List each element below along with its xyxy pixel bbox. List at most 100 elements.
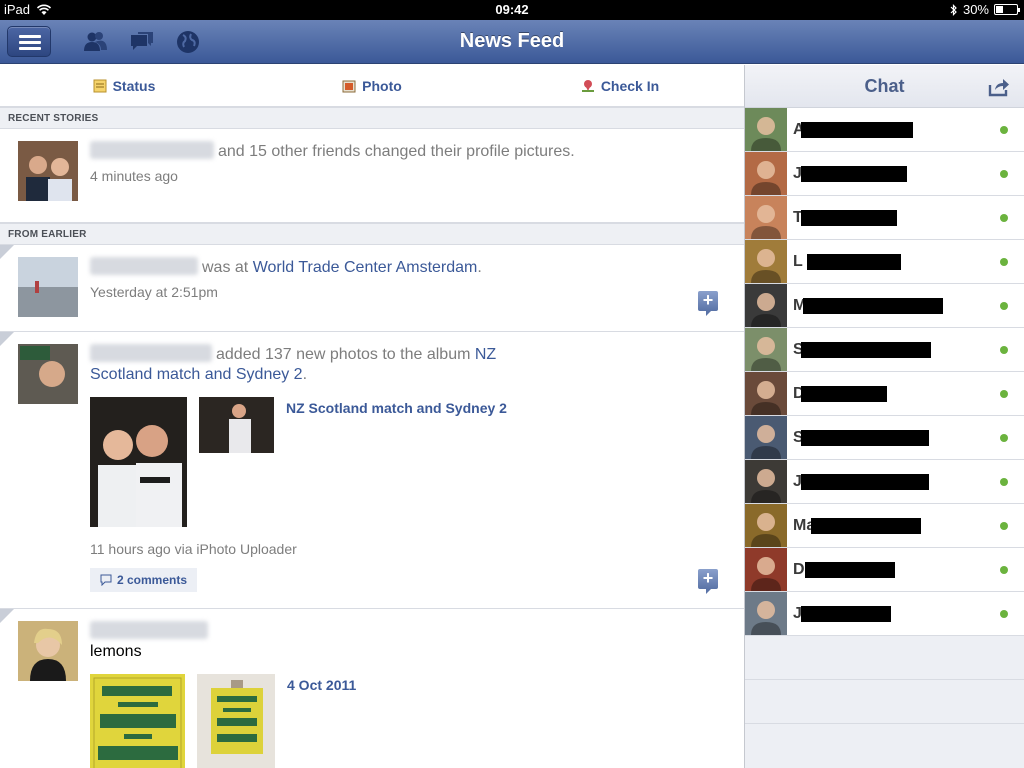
avatar [745, 592, 787, 635]
blurred-name [90, 257, 198, 275]
story-album[interactable]: added 137 new photos to the album NZ Sco… [0, 332, 744, 609]
blurred-name [90, 141, 214, 159]
check-in-button[interactable]: Check In [496, 65, 744, 106]
redaction-bar [801, 342, 931, 358]
nav-bar: News Feed [0, 20, 1024, 64]
chat-header: Chat [745, 65, 1024, 108]
story-corner [0, 245, 14, 259]
story-check-in[interactable]: was at World Trade Center Amsterdam. Yes… [0, 245, 744, 332]
chat-friend-row[interactable]: J [745, 152, 1024, 196]
add-comment-button[interactable]: + [698, 569, 718, 594]
blurred-name [90, 621, 208, 639]
chat-friend-row[interactable]: J [745, 592, 1024, 636]
photo-thumbnail[interactable] [199, 397, 274, 453]
photo-thumbnail[interactable] [90, 397, 187, 527]
avatar [745, 548, 787, 591]
avatar [745, 240, 787, 283]
recent-stories-header: RECENT STORIES [0, 107, 744, 129]
avatar [745, 108, 787, 151]
chat-friend-row[interactable]: D [745, 372, 1024, 416]
check-in-label: Check In [600, 77, 660, 94]
album-title-link[interactable]: NZ Scotland match and Sydney 2 [286, 399, 507, 527]
comments-count: 2 comments [117, 573, 188, 587]
punctuation: . [477, 259, 482, 276]
avatar[interactable] [18, 257, 78, 317]
redaction-bar [801, 210, 897, 226]
punctuation: . [302, 366, 308, 383]
online-status-dot [1000, 170, 1008, 178]
online-status-dot [1000, 346, 1008, 354]
photo-icon [342, 80, 356, 92]
status-icon [93, 79, 107, 92]
add-comment-button[interactable]: + [698, 291, 718, 316]
friend-name: D [793, 561, 805, 578]
chat-friend-row[interactable]: S [745, 328, 1024, 372]
comments-button[interactable]: 2 comments [90, 568, 198, 592]
online-status-dot [1000, 214, 1008, 222]
avatar[interactable] [18, 344, 78, 404]
online-status-dot [1000, 478, 1008, 486]
story-corner [0, 609, 14, 623]
online-status-dot [1000, 566, 1008, 574]
story-text: was at [202, 259, 249, 276]
story-time: 11 hours ago via iPhoto Uploader [90, 541, 297, 557]
photo-button[interactable]: Photo [248, 65, 496, 106]
friend-name: L [793, 253, 803, 270]
redaction-bar [801, 122, 913, 138]
news-feed: Status Photo Check In RECENT STORIES and… [0, 65, 744, 768]
story-text: and 15 other friends changed their profi… [218, 143, 575, 160]
comment-icon [100, 574, 112, 586]
page-title: News Feed [459, 30, 565, 52]
redaction-bar [801, 430, 929, 446]
online-status-dot [1000, 390, 1008, 398]
story-photo-post[interactable]: lemons 4 Oct 2011 [0, 609, 744, 768]
chat-friend-row[interactable]: L [745, 240, 1024, 284]
online-status-dot [1000, 522, 1008, 530]
from-earlier-header: FROM EARLIER [0, 223, 744, 245]
clock: 09:42 [495, 2, 529, 17]
chat-friend-row[interactable]: M [745, 284, 1024, 328]
avatar [745, 460, 787, 503]
post-photos: 4 Oct 2011 [90, 674, 724, 768]
story-time: Yesterday at 2:51pm [90, 284, 218, 300]
redaction-bar [803, 298, 943, 314]
redaction-bar [801, 166, 907, 182]
photo-label: Photo [362, 77, 402, 94]
chat-friend-row[interactable]: A [745, 108, 1024, 152]
battery-icon [994, 4, 1020, 15]
chat-empty-row [745, 636, 1024, 680]
story-corner [0, 332, 14, 346]
status-bar: iPad 09:42 30% [0, 0, 1024, 20]
share-icon[interactable] [988, 77, 1010, 97]
redaction-bar [807, 254, 901, 270]
place-link[interactable]: World Trade Center Amsterdam [253, 259, 478, 276]
online-status-dot [1000, 126, 1008, 134]
avatar [745, 284, 787, 327]
redaction-bar [801, 474, 929, 490]
story-profile-pictures[interactable]: and 15 other friends changed their profi… [0, 129, 744, 223]
avatar [745, 372, 787, 415]
avatar [745, 196, 787, 239]
chat-title: Chat [864, 76, 905, 96]
redaction-bar [805, 562, 895, 578]
chat-friend-row[interactable]: Ma [745, 504, 1024, 548]
story-text: added 137 new photos to the album [216, 346, 471, 363]
online-status-dot [1000, 610, 1008, 618]
photo-thumbnail[interactable] [90, 674, 185, 768]
chat-friend-row[interactable]: J [745, 460, 1024, 504]
check-in-icon [581, 79, 594, 92]
chat-friend-row[interactable]: D [745, 548, 1024, 592]
photo-thumbnail[interactable] [197, 674, 275, 768]
post-text: lemons [90, 643, 142, 660]
chat-friend-row[interactable]: T [745, 196, 1024, 240]
chat-friend-row[interactable]: S [745, 416, 1024, 460]
status-button[interactable]: Status [0, 65, 248, 106]
avatar[interactable] [18, 141, 78, 201]
chat-panel: Chat A J T L M S D S J Ma D J [745, 65, 1024, 768]
avatar[interactable] [18, 621, 78, 681]
redaction-bar [801, 386, 887, 402]
bluetooth-icon [950, 3, 957, 16]
post-date-link[interactable]: 4 Oct 2011 [287, 676, 356, 768]
avatar [745, 416, 787, 459]
avatar [745, 504, 787, 547]
